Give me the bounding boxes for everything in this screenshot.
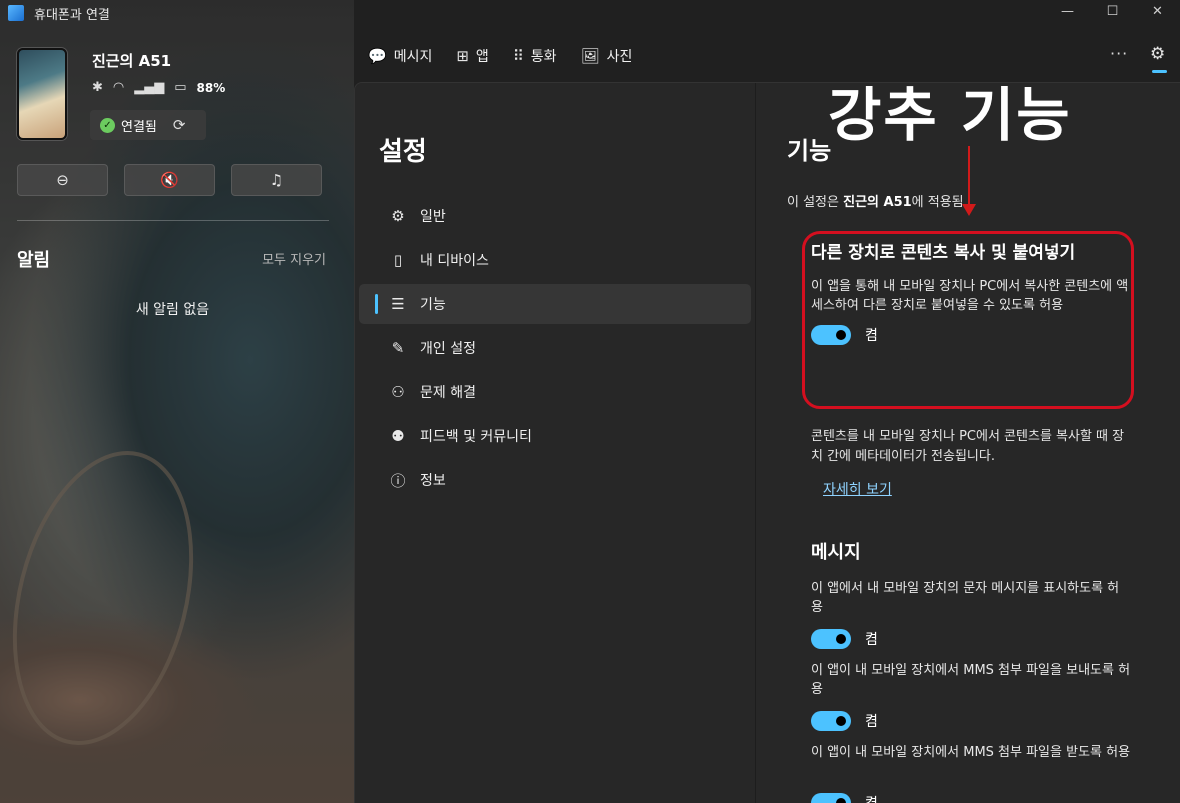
- signal-icon: ▂▄▆: [134, 80, 165, 95]
- tab-label: 앱: [475, 49, 489, 65]
- apps-icon: ⊞: [456, 47, 469, 65]
- messages-title: 메시지: [811, 542, 861, 563]
- settings-panel: 설정 ⚙ 일반 ▯ 내 디바이스 ☰ 기능 ✎ 개인 설정 ⚇ 문제 해결 ⚉ …: [354, 82, 1180, 803]
- mute-icon: 🔇: [160, 171, 179, 189]
- list-icon: ☰: [391, 295, 405, 313]
- gear-icon: ⚙: [391, 207, 405, 225]
- annotation-label: 강추 기능: [828, 81, 1072, 149]
- no-alerts-text: 새 알림 없음: [135, 302, 210, 318]
- alerts-title: 알림: [17, 250, 51, 271]
- applies-to-text: 이 설정은 진근의 A51에 적용됨: [787, 191, 964, 210]
- settings-nav-troubleshoot[interactable]: ⚇ 문제 해결: [359, 372, 751, 412]
- tab-label: 메시지: [393, 49, 433, 65]
- wifi-icon: ◠: [112, 80, 125, 95]
- mms-receive-toggle[interactable]: [811, 793, 851, 803]
- settings-nav-general[interactable]: ⚙ 일반: [359, 196, 751, 236]
- connection-label: 연결됨: [121, 119, 157, 135]
- photo-icon: 🖼: [580, 47, 600, 65]
- dialpad-icon: ⠿: [512, 47, 524, 65]
- annotation-arrow-head: [962, 204, 976, 216]
- mms-send-toggle-row: 켬: [811, 711, 878, 731]
- media-button[interactable]: ♫: [231, 164, 322, 196]
- tab-photos[interactable]: 🖼 사진: [581, 46, 633, 66]
- annotation-arrow: [962, 146, 976, 218]
- mms-receive-toggle-row: 켬: [811, 793, 878, 803]
- title-bar: 휴대폰과 연결 — ☐ ✕: [0, 0, 1180, 26]
- settings-nav-personalization[interactable]: ✎ 개인 설정: [359, 328, 751, 368]
- mms-send-toggle[interactable]: [811, 711, 851, 731]
- close-button[interactable]: ✕: [1135, 0, 1180, 22]
- nav-label: 개인 설정: [420, 341, 476, 357]
- maximize-button[interactable]: ☐: [1090, 0, 1135, 22]
- applies-prefix: 이 설정은: [787, 195, 844, 210]
- panel-separator: [755, 83, 756, 803]
- minus-circle-icon: ⊖: [56, 171, 69, 189]
- do-not-disturb-button[interactable]: ⊖: [17, 164, 108, 196]
- device-name: 진근의 A51: [92, 52, 172, 70]
- annotation-highlight-box: [802, 231, 1134, 409]
- troubleshoot-icon: ⚇: [391, 383, 405, 401]
- minimize-button[interactable]: —: [1045, 0, 1090, 22]
- nav-label: 문제 해결: [420, 385, 476, 401]
- refresh-icon[interactable]: ⟳: [173, 116, 186, 134]
- features-title: 기능: [787, 137, 832, 165]
- applies-suffix: 에 적용됨: [911, 195, 964, 210]
- settings-nav-feedback[interactable]: ⚉ 피드백 및 커뮤니티: [359, 416, 751, 456]
- divider: [17, 220, 329, 221]
- messages-toggle[interactable]: [811, 629, 851, 649]
- tab-apps[interactable]: ⊞ 앱: [456, 46, 488, 66]
- chat-icon: 💬: [368, 47, 387, 65]
- tab-calls[interactable]: ⠿ 통화: [513, 46, 557, 66]
- toggle-state-label: 켬: [865, 793, 878, 803]
- app-title: 휴대폰과 연결: [34, 7, 110, 23]
- applies-device: 진근의 A51: [843, 195, 912, 210]
- tab-messages[interactable]: 💬 메시지: [368, 46, 432, 66]
- nav-label: 일반: [420, 209, 446, 225]
- mms-receive-setting-text: 이 앱이 내 모바일 장치에서 MMS 첨부 파일을 받도록 허용: [811, 745, 1131, 760]
- tab-label: 사진: [606, 49, 633, 65]
- nav-label: 정보: [420, 473, 446, 489]
- window-controls: — ☐ ✕: [1045, 0, 1180, 22]
- phone-icon: ▯: [393, 251, 403, 269]
- info-icon: ⓘ: [390, 471, 406, 490]
- nav-label: 기능: [420, 297, 446, 313]
- settings-nav-my-devices[interactable]: ▯ 내 디바이스: [359, 240, 751, 280]
- bluetooth-icon: ✱: [92, 80, 103, 95]
- phone-thumbnail[interactable]: [17, 48, 67, 140]
- settings-active-indicator: [1152, 70, 1167, 73]
- clear-all-button[interactable]: 모두 지우기: [262, 249, 326, 268]
- mute-button[interactable]: 🔇: [124, 164, 215, 196]
- features-content: 기능 이 설정은 진근의 A51에 적용됨 다른 장치로 콘텐츠 복사 및 붙여…: [787, 83, 1180, 803]
- more-options-button[interactable]: ···: [1110, 44, 1128, 63]
- nav-label: 내 디바이스: [420, 253, 489, 269]
- check-icon: ✓: [100, 117, 115, 133]
- learn-more-link[interactable]: 자세히 보기: [823, 479, 892, 499]
- battery-level: 88%: [196, 80, 226, 95]
- settings-nav-about[interactable]: ⓘ 정보: [359, 460, 751, 500]
- brush-icon: ✎: [391, 339, 405, 357]
- messages-setting-text: 이 앱에서 내 모바일 장치의 문자 메시지를 표시하도록 허용: [811, 581, 1120, 615]
- nav-label: 피드백 및 커뮤니티: [420, 429, 532, 445]
- messages-toggle-row: 켬: [811, 629, 878, 649]
- app-icon: [8, 5, 24, 21]
- settings-nav-features[interactable]: ☰ 기능: [359, 284, 751, 324]
- toggle-state-label: 켬: [865, 714, 878, 730]
- device-status-row: ✱ ◠ ▂▄▆ ▭ 88%: [92, 80, 225, 95]
- settings-nav: 설정 ⚙ 일반 ▯ 내 디바이스 ☰ 기능 ✎ 개인 설정 ⚇ 문제 해결 ⚉ …: [355, 83, 755, 803]
- top-nav: 💬 메시지 ⊞ 앱 ⠿ 통화 🖼 사진: [368, 46, 632, 66]
- settings-nav-list: ⚙ 일반 ▯ 내 디바이스 ☰ 기능 ✎ 개인 설정 ⚇ 문제 해결 ⚉ 피드백…: [359, 196, 751, 504]
- music-note-icon: ♫: [269, 171, 284, 189]
- mms-send-setting-text: 이 앱이 내 모바일 장치에서 MMS 첨부 파일을 보내도록 허용: [811, 663, 1131, 697]
- tab-label: 통화: [530, 49, 557, 65]
- settings-gear-icon[interactable]: ⚙: [1150, 44, 1165, 64]
- toggle-state-label: 켬: [865, 632, 878, 648]
- battery-icon: ▭: [174, 80, 187, 95]
- metadata-note: 콘텐츠를 내 모바일 장치나 PC에서 콘텐츠를 복사할 때 장치 간에 메타데…: [811, 429, 1125, 464]
- connection-status: ✓ 연결됨 ⟳: [90, 110, 206, 140]
- people-icon: ⚉: [391, 427, 405, 445]
- settings-title: 설정: [379, 137, 427, 167]
- annotation-arrow-line: [968, 146, 970, 206]
